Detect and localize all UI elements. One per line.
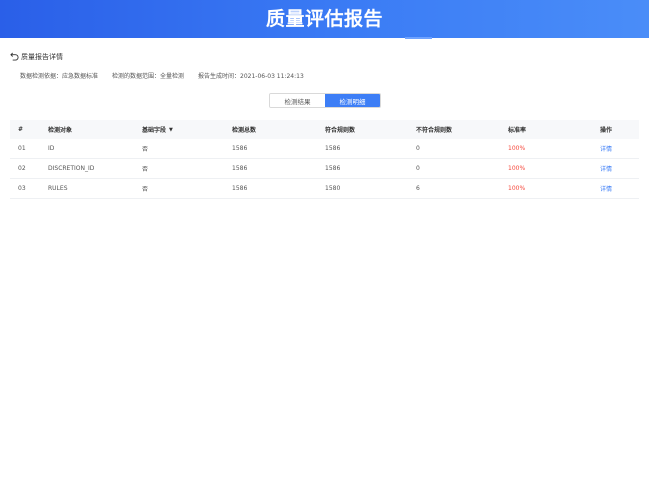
row-base-field: 否 bbox=[142, 146, 149, 153]
table-row: 01 ID 否 1586 1586 0 100% 详情 bbox=[10, 139, 639, 159]
back-label: 质量报告详情 bbox=[21, 53, 63, 61]
meta-scope: 检测的数据范围：全量检测 bbox=[112, 73, 185, 80]
col-total: 检测总数 bbox=[232, 127, 257, 134]
page-title: 质量评估报告 bbox=[265, 8, 383, 30]
row-object: DISCRETION_ID bbox=[48, 165, 95, 172]
report-meta: 数据检测依据：应急数据标准 检测的数据范围：全量检测 报告生成时间：2021-0… bbox=[20, 71, 304, 81]
row-index: 03 bbox=[18, 185, 26, 192]
row-details-link[interactable]: 详情 bbox=[600, 159, 612, 178]
table-header: # 检测对象 基础字段 ▼ 检测总数 符合规则数 不符合规则数 标准率 操作 bbox=[10, 120, 639, 139]
meta-generated-at: 报告生成时间：2021-06-03 11:24:13 bbox=[198, 73, 304, 80]
col-action: 操作 bbox=[600, 127, 613, 134]
col-object: 检测对象 bbox=[48, 127, 73, 134]
row-fail: 6 bbox=[416, 185, 420, 192]
meta-standard: 数据检测依据：应急数据标准 bbox=[20, 73, 99, 80]
row-rate: 100% bbox=[508, 145, 526, 152]
row-object: RULES bbox=[48, 185, 68, 192]
row-pass: 1580 bbox=[325, 185, 341, 192]
row-details-link[interactable]: 详情 bbox=[600, 179, 612, 198]
tab-results[interactable]: 检测结果 bbox=[270, 94, 325, 107]
table-row: 03 RULES 否 1586 1580 6 100% 详情 bbox=[10, 179, 639, 199]
col-fail: 不符合规则数 bbox=[416, 127, 453, 134]
col-rate: 标准率 bbox=[508, 127, 527, 134]
details-table: # 检测对象 基础字段 ▼ 检测总数 符合规则数 不符合规则数 标准率 操作 0… bbox=[10, 120, 639, 199]
view-tabs: 检测结果 检测明细 bbox=[269, 93, 381, 108]
row-rate: 100% bbox=[508, 185, 526, 192]
header-indicator bbox=[405, 37, 432, 39]
row-pass: 1586 bbox=[325, 165, 341, 172]
row-fail: 0 bbox=[416, 145, 420, 152]
undo-arrow-icon bbox=[10, 52, 19, 63]
caret-down-icon[interactable]: ▼ bbox=[169, 127, 173, 133]
row-total: 1586 bbox=[232, 185, 248, 192]
row-total: 1586 bbox=[232, 165, 248, 172]
row-total: 1586 bbox=[232, 145, 248, 152]
row-fail: 0 bbox=[416, 165, 420, 172]
back-link[interactable]: 质量报告详情 bbox=[10, 51, 63, 63]
row-index: 01 bbox=[18, 145, 26, 152]
row-object: ID bbox=[48, 145, 55, 152]
row-base-field: 否 bbox=[142, 166, 149, 173]
table-row: 02 DISCRETION_ID 否 1586 1586 0 100% 详情 bbox=[10, 159, 639, 179]
row-pass: 1586 bbox=[325, 145, 341, 152]
col-pass: 符合规则数 bbox=[325, 127, 356, 134]
tab-details[interactable]: 检测明细 bbox=[325, 94, 380, 107]
row-details-link[interactable]: 详情 bbox=[600, 139, 612, 158]
col-index: # bbox=[18, 126, 24, 133]
row-index: 02 bbox=[18, 165, 26, 172]
col-base-field-label: 基础字段 bbox=[142, 127, 167, 134]
col-base-field[interactable]: 基础字段 ▼ bbox=[142, 120, 173, 139]
row-base-field: 否 bbox=[142, 186, 149, 193]
row-rate: 100% bbox=[508, 165, 526, 172]
